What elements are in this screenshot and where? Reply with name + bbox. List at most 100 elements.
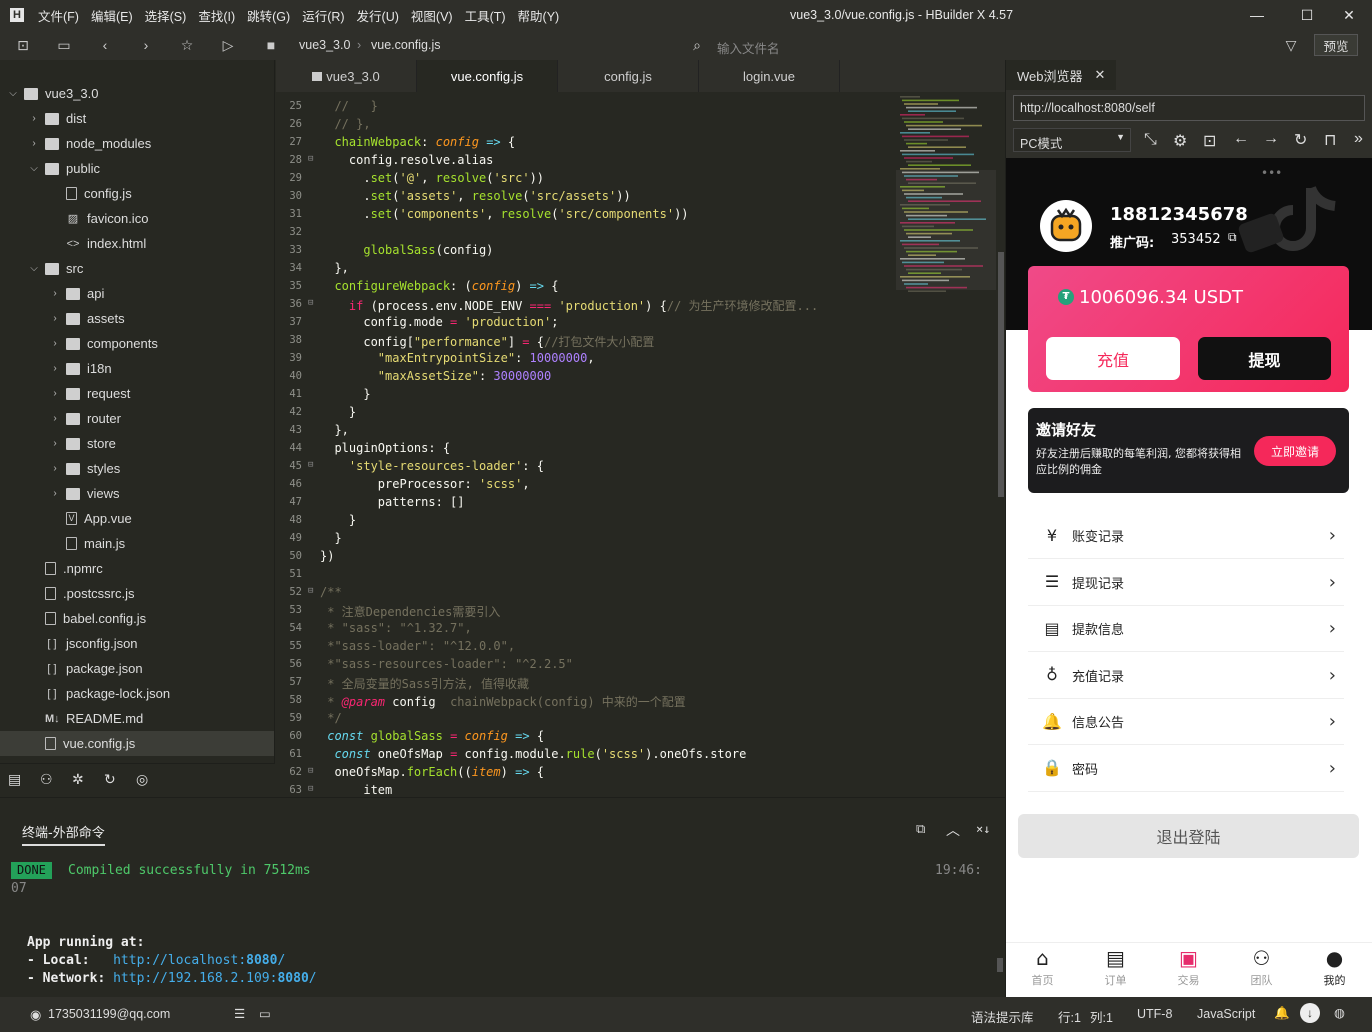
more-dots-icon[interactable]: ••• (1261, 166, 1282, 180)
forward-icon[interactable]: → (1263, 130, 1279, 148)
chevron-right-icon[interactable]: › (29, 138, 39, 149)
download-icon[interactable]: ↓ (1300, 1003, 1320, 1023)
local-url[interactable]: http://localhost: (113, 953, 246, 968)
avatar[interactable] (1040, 200, 1092, 252)
terminal-close-icon[interactable]: ⨯↓ (976, 822, 990, 836)
encoding-indicator[interactable]: UTF-8 (1137, 1007, 1172, 1021)
tree-item[interactable]: [ ] package.json (0, 656, 274, 681)
menu-item[interactable]: 🔔 信息公告 › (1028, 699, 1344, 745)
fold-icon[interactable]: ⊟ (308, 784, 313, 794)
menu-item-3[interactable]: 查找(I) (198, 6, 235, 25)
menu-item-0[interactable]: 文件(F) (38, 6, 79, 25)
console-icon[interactable]: ▭ (259, 1006, 271, 1021)
minimap[interactable] (896, 92, 996, 312)
breadcrumb-project[interactable]: vue3_3.0 (299, 38, 350, 52)
tree-item[interactable]: › components (0, 331, 274, 356)
fold-icon[interactable]: ⊟ (308, 766, 313, 776)
withdraw-button[interactable]: 提现 (1198, 337, 1331, 380)
new-file-icon[interactable]: ⊡ (14, 36, 32, 54)
fold-icon[interactable]: ⊟ (308, 460, 313, 470)
menu-item[interactable]: ¥ 账变记录 › (1028, 513, 1344, 559)
devtools-icon[interactable]: ⊡ (1203, 131, 1216, 151)
fold-icon[interactable]: ⊟ (308, 586, 313, 596)
tree-item[interactable]: ⌵ public (0, 156, 274, 181)
cloud-icon[interactable]: ◎ (136, 771, 148, 788)
tree-item[interactable]: › request (0, 381, 274, 406)
more-icon[interactable]: » (1354, 130, 1363, 148)
syntax-lib[interactable]: 语法提示库 (971, 1007, 1034, 1026)
tab-project[interactable]: vue3_3.0 (276, 60, 417, 92)
tree-item[interactable]: .npmrc (0, 556, 274, 581)
back-icon[interactable]: ‹ (96, 36, 114, 54)
preview-button[interactable]: 预览 (1314, 34, 1358, 56)
recharge-button[interactable]: 充值 (1046, 337, 1180, 380)
code-editor[interactable]: 25 // } 26 // }, 27 chainWebpack: config =… (276, 92, 996, 797)
lock-icon[interactable]: ⊓ (1324, 130, 1336, 150)
fold-icon[interactable]: ⊟ (308, 298, 313, 308)
settings-icon[interactable]: ⚙ (1173, 131, 1187, 151)
tab-vue-config[interactable]: vue.config.js (417, 60, 558, 92)
breadcrumb-file[interactable]: vue.config.js (371, 38, 440, 52)
network-url[interactable]: http://192.168.2.109: (113, 971, 277, 986)
menu-item-9[interactable]: 帮助(Y) (518, 6, 560, 25)
plugin-icon[interactable]: ⚇ (40, 771, 53, 788)
screenshot-icon[interactable]: ⤡ (1144, 131, 1157, 149)
tree-item[interactable]: › assets (0, 306, 274, 331)
tree-item[interactable]: › styles (0, 456, 274, 481)
menu-item-1[interactable]: 编辑(E) (91, 6, 133, 25)
forward-icon[interactable]: › (137, 36, 155, 54)
tree-item[interactable]: › dist (0, 106, 274, 131)
chevron-right-icon[interactable]: › (50, 388, 60, 399)
file-search-input[interactable]: 输入文件名 (717, 38, 780, 57)
logout-button[interactable]: 退出登陆 (1018, 814, 1359, 858)
menu-item-8[interactable]: 工具(T) (465, 6, 506, 25)
row-indicator[interactable]: 行:1 (1058, 1007, 1081, 1026)
account-circle-icon[interactable]: ◍ (1334, 1005, 1345, 1020)
tree-item[interactable]: ⌵ vue3_3.0 (0, 81, 274, 106)
chevron-right-icon[interactable]: › (50, 413, 60, 424)
chevron-up-icon[interactable]: ︿ (946, 820, 960, 840)
minimap-viewport[interactable] (896, 170, 996, 290)
chevron-right-icon[interactable]: › (50, 488, 60, 499)
refresh-icon[interactable]: ↻ (1294, 130, 1307, 150)
tree-item[interactable]: M↓ README.md (0, 706, 274, 731)
chevron-right-icon[interactable]: › (50, 313, 60, 324)
chevron-right-icon[interactable]: › (50, 463, 60, 474)
chevron-right-icon[interactable]: › (50, 438, 60, 449)
debug-icon[interactable]: ✲ (72, 771, 84, 788)
menu-item-5[interactable]: 运行(R) (302, 6, 344, 25)
star-icon[interactable]: ☆ (178, 36, 196, 54)
account-label[interactable]: 1735031199@qq.com (48, 1007, 170, 1021)
url-input[interactable]: http://localhost:8080/self (1013, 95, 1365, 121)
filter-icon[interactable]: ▽ (1282, 36, 1300, 54)
maximize-icon[interactable]: ☐ (1284, 0, 1330, 30)
tree-item[interactable]: .postcssrc.js (0, 581, 274, 606)
tree-item[interactable]: V App.vue (0, 506, 274, 531)
minimize-icon[interactable]: — (1234, 0, 1280, 30)
tree-item[interactable]: main.js (0, 531, 274, 556)
nav-item[interactable]: ▤ 订单 (1079, 946, 1152, 988)
explorer-icon[interactable]: ▤ (8, 771, 21, 788)
menu-item[interactable]: ▤ 提款信息 › (1028, 606, 1344, 652)
tree-item[interactable]: ⌵ src (0, 256, 274, 281)
language-indicator[interactable]: JavaScript (1197, 1007, 1255, 1021)
nav-item[interactable]: ⚇ 团队 (1225, 946, 1298, 988)
menu-item-6[interactable]: 发行(U) (357, 6, 399, 25)
tab-web-browser[interactable]: Web浏览器 ✕ (1006, 60, 1116, 90)
menu-item[interactable]: 🔒 密码 › (1028, 746, 1344, 792)
invite-button[interactable]: 立即邀请 (1254, 436, 1336, 466)
tree-item[interactable]: › i18n (0, 356, 274, 381)
tree-item[interactable]: [ ] package-lock.json (0, 681, 274, 706)
tree-item[interactable]: › api (0, 281, 274, 306)
terminal-scrollbar[interactable] (997, 958, 1003, 972)
editor-scrollbar[interactable] (997, 92, 1005, 797)
menu-item-4[interactable]: 跳转(G) (247, 6, 290, 25)
menu-item-7[interactable]: 视图(V) (411, 6, 453, 25)
nav-item[interactable]: ⌂ 首页 (1006, 946, 1079, 988)
tree-item[interactable]: vue.config.js (0, 731, 274, 756)
nav-item[interactable]: ● 我的 (1298, 946, 1371, 988)
copy-icon[interactable]: ⧉ (1228, 230, 1237, 245)
tree-item[interactable]: › router (0, 406, 274, 431)
nav-item[interactable]: ▣ 交易 (1152, 946, 1225, 988)
save-icon[interactable]: ▭ (55, 36, 73, 54)
